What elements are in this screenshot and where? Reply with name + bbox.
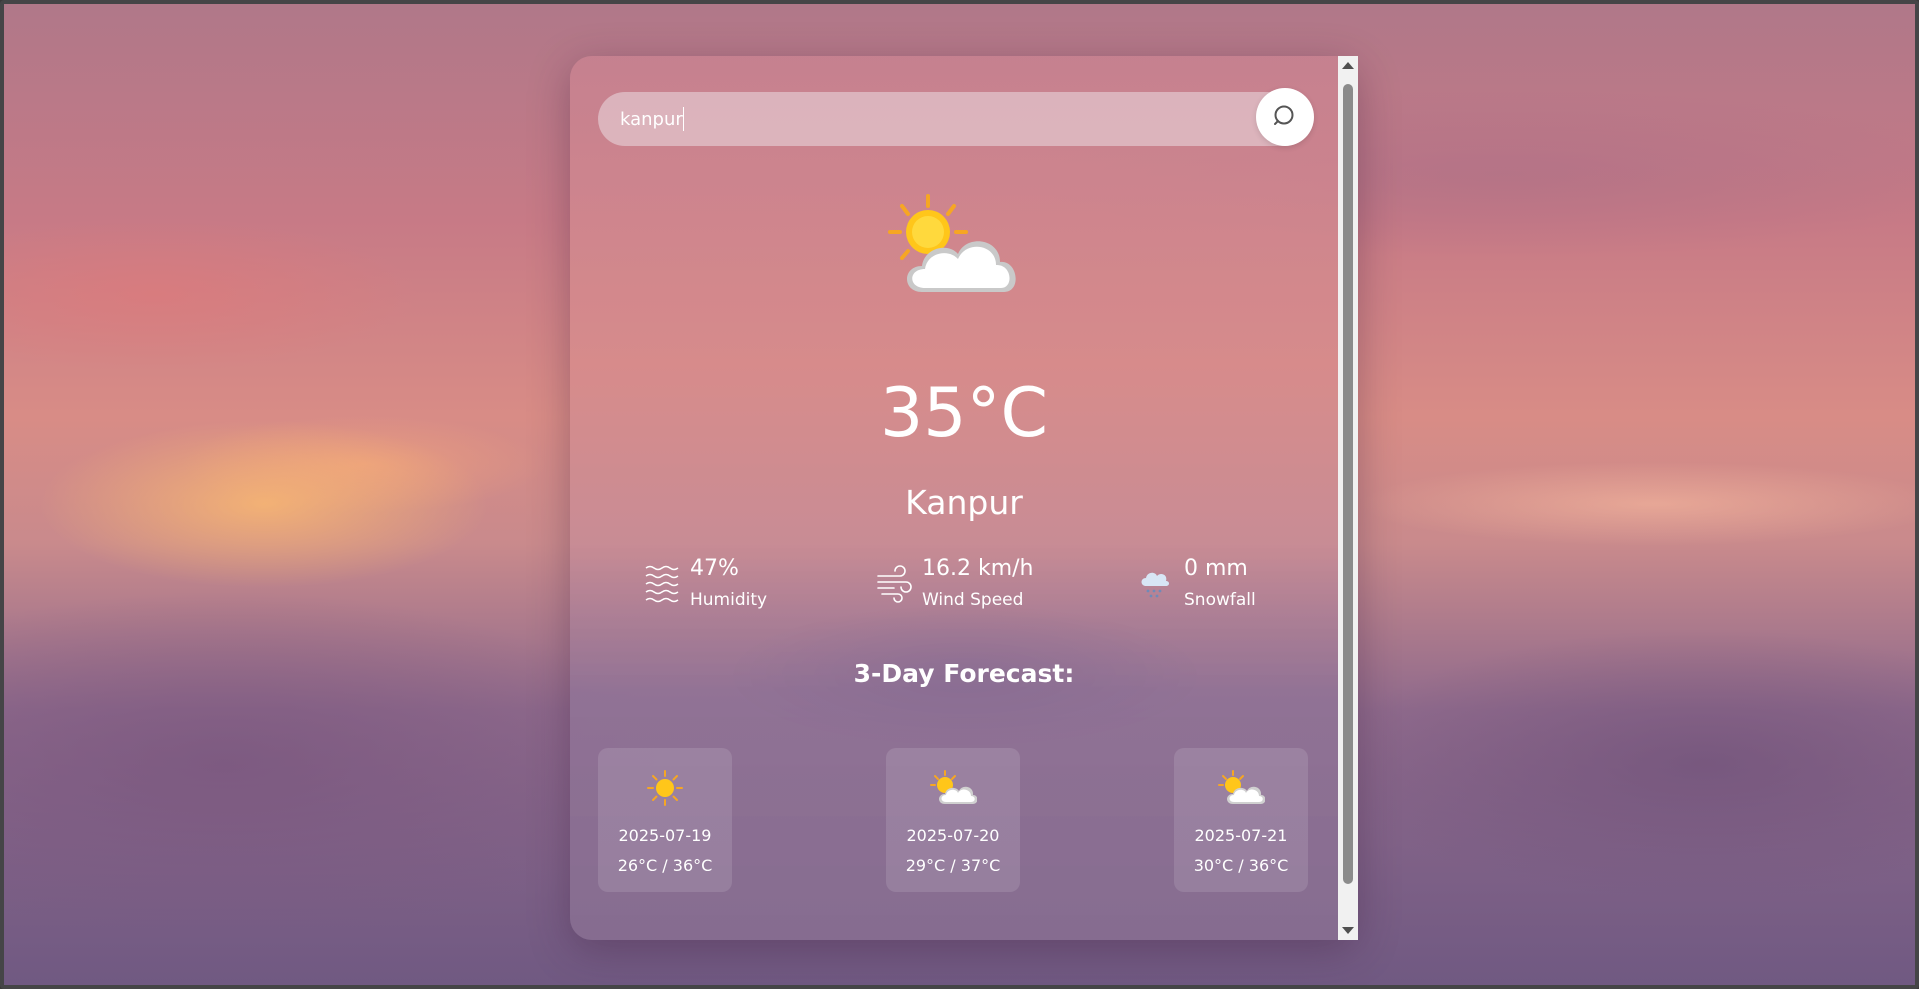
snowfall-label: Snowfall: [1184, 590, 1256, 610]
forecast-temp-range: 29°C / 37°C: [905, 856, 1001, 875]
search-icon: [1274, 105, 1294, 125]
search-input[interactable]: [620, 106, 1220, 132]
forecast-date: 2025-07-19: [618, 826, 712, 845]
humidity-waves-icon: [645, 565, 679, 603]
wind-speed-label: Wind Speed: [922, 590, 1024, 610]
forecast-title: 3-Day Forecast:: [853, 659, 1075, 688]
humidity-label: Humidity: [690, 590, 768, 610]
forecast-date: 2025-07-21: [1194, 826, 1288, 845]
wind-icon: [877, 565, 912, 603]
snowfall-value: 0 mm: [1184, 556, 1248, 581]
sun-icon: [647, 770, 683, 806]
snow-cloud-icon: [1141, 572, 1169, 598]
search-button[interactable]: [1256, 88, 1314, 146]
city-name: Kanpur: [905, 483, 1023, 522]
card-scrollbar[interactable]: [1338, 56, 1358, 940]
sun-behind-cloud-icon: [888, 194, 1016, 292]
sun-behind-cloud-icon: [930, 770, 977, 804]
forecast-day-card: 2025-07-19 26°C / 36°C: [598, 748, 732, 892]
weather-card: 35°C Kanpur 47% Humidity: [570, 56, 1358, 940]
sun-behind-cloud-icon: [1218, 770, 1265, 804]
forecast-day-card: 2025-07-20 29°C / 37°C: [886, 748, 1020, 892]
wind-speed-value: 16.2 km/h: [922, 556, 1034, 581]
search-bar: [598, 92, 1312, 146]
text-cursor: [683, 107, 684, 131]
forecast-temp-range: 26°C / 36°C: [617, 856, 713, 875]
forecast-temp-range: 30°C / 36°C: [1193, 856, 1289, 875]
scroll-down-arrow-icon[interactable]: [1338, 920, 1358, 940]
forecast-date: 2025-07-20: [906, 826, 1000, 845]
current-temperature: 35°C: [879, 374, 1048, 453]
forecast-day-card: 2025-07-21 30°C / 36°C: [1174, 748, 1308, 892]
app-background: 35°C Kanpur 47% Humidity: [0, 0, 1919, 989]
scroll-up-arrow-icon[interactable]: [1338, 56, 1358, 76]
scrollbar-thumb[interactable]: [1343, 84, 1353, 884]
humidity-value: 47%: [690, 556, 739, 581]
